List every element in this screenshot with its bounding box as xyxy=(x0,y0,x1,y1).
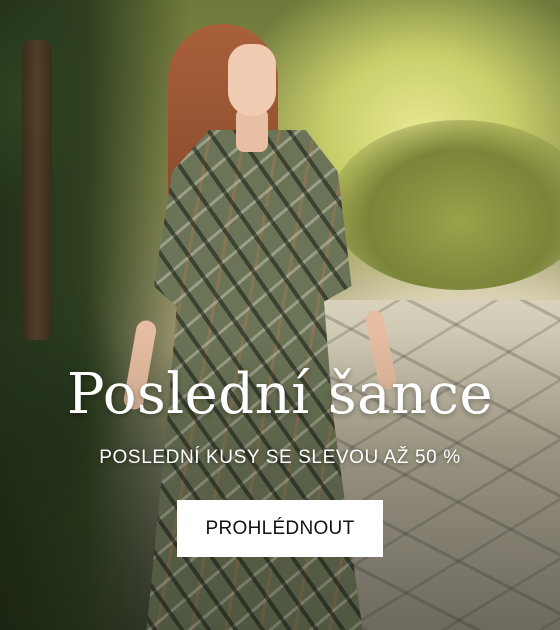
browse-button[interactable]: PROHLÉDNOUT xyxy=(177,500,383,557)
tree-trunk xyxy=(22,40,52,340)
model-face xyxy=(228,44,276,116)
banner-headline: Poslední šance xyxy=(66,362,494,427)
shrub-background xyxy=(330,120,560,290)
promo-banner[interactable]: Poslední šance POSLEDNÍ KUSY SE SLEVOU A… xyxy=(0,0,560,630)
banner-subheadline: POSLEDNÍ KUSY SE SLEVOU AŽ 50 % xyxy=(99,447,461,468)
